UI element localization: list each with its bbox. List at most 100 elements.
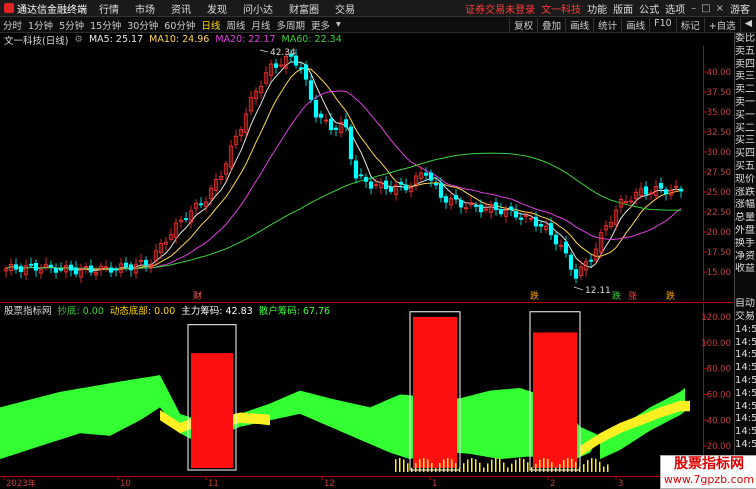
candle-body[interactable]	[298, 67, 304, 70]
menu-gongneng[interactable]: 功能	[587, 1, 607, 16]
candle-body[interactable]	[28, 263, 34, 266]
draw-line-button[interactable]: 画线	[621, 17, 649, 32]
menu-item-zixun[interactable]: 资讯	[163, 1, 199, 16]
candle-body[interactable]	[108, 267, 114, 273]
close-icon[interactable]: ×	[716, 3, 724, 14]
candle-body[interactable]	[308, 80, 314, 100]
candle-body[interactable]	[563, 241, 569, 254]
menu-gongshi[interactable]: 公式	[639, 1, 659, 16]
overlay-button[interactable]: 叠加	[537, 17, 565, 32]
candle-body[interactable]	[18, 266, 24, 273]
candle-body[interactable]	[663, 189, 669, 195]
candle-body[interactable]	[433, 182, 439, 186]
tab-weekly[interactable]: 周线	[223, 18, 248, 32]
candle-body[interactable]	[438, 182, 444, 198]
candle-body[interactable]	[658, 183, 664, 189]
candle-body[interactable]	[333, 127, 339, 130]
tab-fenshi[interactable]: 分时	[0, 18, 25, 32]
tab-30min[interactable]: 30分钟	[124, 18, 161, 32]
menu-xuanxiang[interactable]: 选项	[665, 1, 685, 16]
candle-body[interactable]	[443, 196, 449, 203]
candle-body[interactable]	[453, 195, 459, 200]
chevron-down-icon[interactable]: ▾	[333, 19, 344, 30]
candle-body[interactable]	[368, 181, 374, 189]
menu-item-hangqing[interactable]: 行情	[91, 1, 127, 16]
candle-body[interactable]	[143, 259, 149, 266]
tab-1min[interactable]: 1分钟	[25, 18, 56, 32]
candle-body[interactable]	[318, 113, 324, 118]
candle-body[interactable]	[13, 264, 19, 270]
candle-body[interactable]	[313, 99, 319, 118]
back-arrow-icon[interactable]: ◀	[739, 17, 756, 32]
f10-button[interactable]: F10	[649, 17, 676, 32]
candle-body[interactable]	[273, 63, 279, 68]
candle-body[interactable]	[398, 181, 404, 185]
candle-body[interactable]	[328, 118, 334, 131]
candle-body[interactable]	[428, 172, 434, 181]
menu-item-jiaoyi[interactable]: 交易	[327, 1, 363, 16]
candle-body[interactable]	[88, 265, 94, 273]
settings-icon[interactable]: ⚙	[74, 34, 83, 45]
event-mark-die-2[interactable]: 跌	[612, 291, 621, 301]
candle-body[interactable]	[518, 217, 524, 220]
event-mark-cai[interactable]: 财	[193, 290, 202, 301]
restore-right-button[interactable]: 复权	[509, 17, 537, 32]
tab-more[interactable]: 更多	[308, 18, 333, 32]
candle-body[interactable]	[548, 223, 554, 236]
candle-body[interactable]	[588, 259, 594, 262]
candle-body[interactable]	[538, 224, 544, 227]
candle-body[interactable]	[348, 126, 354, 160]
tab-5min[interactable]: 5分钟	[56, 18, 87, 32]
menu-item-wenxiaoda[interactable]: 问小达	[235, 1, 281, 16]
candle-body[interactable]	[68, 264, 74, 271]
trade-tick-label[interactable]: 自动	[735, 298, 756, 311]
candle-body[interactable]	[553, 234, 559, 245]
candle-body[interactable]	[508, 206, 514, 210]
add-watchlist-button[interactable]: +自选	[703, 17, 740, 32]
candle-body[interactable]	[388, 187, 394, 192]
candle-body[interactable]	[58, 268, 64, 271]
candle-body[interactable]	[458, 199, 464, 208]
draw-button[interactable]: 画线	[565, 17, 593, 32]
event-mark-die-3[interactable]: 跌	[666, 291, 675, 301]
event-mark-die-1[interactable]: 跌	[530, 291, 539, 301]
menu-item-caifuquan[interactable]: 财富圈	[281, 1, 327, 16]
candle-body[interactable]	[33, 262, 39, 271]
tab-15min[interactable]: 15分钟	[87, 18, 124, 32]
candle-body[interactable]	[363, 176, 369, 182]
candlestick-chart[interactable]: 40.00 37.50 35.00 32.50 30.00 27.50 25.00 22.50…	[0, 46, 734, 301]
menu-item-faxian[interactable]: 发现	[199, 1, 235, 16]
signal-bar[interactable]	[413, 316, 457, 468]
candle-body[interactable]	[423, 172, 429, 176]
candle-body[interactable]	[113, 268, 119, 271]
tab-multi-period[interactable]: 多周期	[273, 18, 308, 32]
candle-body[interactable]	[358, 174, 364, 177]
stats-button[interactable]: 统计	[593, 17, 621, 32]
candle-body[interactable]	[343, 119, 349, 128]
candle-body[interactable]	[123, 262, 129, 268]
tab-60min[interactable]: 60分钟	[161, 18, 198, 32]
trade-login-notice[interactable]: 证券交易未登录	[465, 1, 535, 16]
candle-body[interactable]	[353, 160, 359, 179]
candle-body[interactable]	[53, 267, 59, 273]
candle-body[interactable]	[383, 180, 389, 190]
mark-button[interactable]: 标记	[675, 17, 704, 32]
user-label[interactable]: 游客	[730, 1, 756, 16]
candle-body[interactable]	[573, 269, 579, 279]
candle-body[interactable]	[678, 188, 684, 192]
tab-daily[interactable]: 日线	[198, 18, 223, 32]
event-mark-zhang[interactable]: 涨	[628, 291, 637, 301]
candle-body[interactable]	[568, 254, 574, 270]
candle-body[interactable]	[498, 209, 504, 215]
candle-body[interactable]	[493, 202, 499, 211]
candle-body[interactable]	[128, 264, 134, 271]
candle-body[interactable]	[48, 264, 54, 267]
tab-monthly[interactable]: 月线	[248, 18, 273, 32]
indicator-chart[interactable]: 120.00 100.00 80.00 60.00 40.00 20.00	[0, 302, 734, 475]
candle-body[interactable]	[513, 210, 519, 218]
candle-body[interactable]	[533, 216, 539, 227]
candle-body[interactable]	[183, 218, 189, 221]
candle-body[interactable]	[198, 203, 204, 206]
candle-body[interactable]	[478, 204, 484, 213]
candle-body[interactable]	[473, 205, 479, 207]
